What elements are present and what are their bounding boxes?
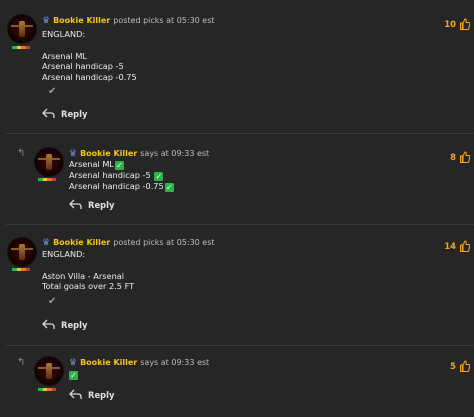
- thumbs-up-icon: [460, 240, 470, 252]
- post-line: Arsenal handicap -5: [42, 61, 124, 72]
- avatar[interactable]: [7, 14, 37, 44]
- check-emoji: ✓: [154, 172, 164, 181]
- reply-label: Reply: [88, 389, 115, 400]
- vote-button[interactable]: 8: [450, 151, 470, 163]
- post-action: posted picks at 05:30 est: [113, 238, 215, 247]
- post-body: ENGLAND: Aston Villa - Arsenal Total goa…: [42, 249, 134, 292]
- post-line: Total goals over 2.5 FT: [42, 281, 135, 292]
- post-action: posted picks at 05:30 est: [113, 16, 215, 25]
- avatar[interactable]: [34, 356, 64, 386]
- vote-count: 8: [450, 152, 456, 162]
- avatar[interactable]: [7, 237, 37, 267]
- post-line: Arsenal ML: [42, 50, 87, 61]
- post-body: Arsenal ML ✓ Arsenal handicap -5 ✓ Arsena…: [69, 159, 174, 192]
- post-meta: ♛ Bookie Killer posted picks at 05:30 est: [42, 16, 215, 26]
- post-4: ↰ ♛ Bookie Killer says at 09:33 est 5 ✓ Re…: [0, 346, 474, 417]
- vote-button[interactable]: 14: [444, 240, 470, 252]
- avatar[interactable]: [34, 147, 64, 177]
- username[interactable]: Bookie Killer: [80, 149, 137, 158]
- vote-count: 5: [450, 361, 456, 371]
- post-3: ♛ Bookie Killer posted picks at 05:30 est …: [0, 225, 474, 345]
- rank-bar: [38, 178, 56, 181]
- checkmark-icon: ✔: [48, 296, 57, 307]
- reply-button[interactable]: Reply: [42, 108, 87, 119]
- post-line: Arsenal handicap -0.75 ✓: [69, 181, 174, 192]
- thumbs-up-icon: [460, 151, 470, 163]
- post-1: ♛ Bookie Killer posted picks at 05:30 est …: [0, 0, 474, 133]
- vote-button[interactable]: 10: [444, 18, 470, 30]
- post-line: ENGLAND:: [42, 29, 86, 39]
- post-line: ENGLAND:: [42, 249, 86, 259]
- post-body: ✓: [69, 369, 78, 380]
- post-body: ENGLAND: Arsenal ML Arsenal handicap -5 …: [42, 29, 137, 83]
- rank-badge-icon: ♛: [42, 238, 51, 248]
- reply-button[interactable]: Reply: [42, 319, 87, 330]
- vote-count: 14: [444, 241, 456, 251]
- post-line: [42, 40, 137, 51]
- reply-arrow-icon: [42, 108, 55, 118]
- thumbs-up-icon: [460, 360, 470, 372]
- nested-reply-icon: ↰: [17, 148, 26, 159]
- post-2: ↰ ♛ Bookie Killer says at 09:33 est 8 Arse…: [0, 134, 474, 224]
- rank-badge-icon: ♛: [42, 16, 51, 26]
- username[interactable]: Bookie Killer: [53, 238, 110, 247]
- post-line: [42, 260, 134, 271]
- checkmark-icon: ✔: [48, 86, 57, 97]
- rank-bar: [12, 268, 30, 271]
- rank-bar: [38, 388, 56, 391]
- check-emoji: ✓: [164, 183, 174, 192]
- post-line: Aston Villa - Arsenal: [42, 270, 125, 281]
- post-action: says at 09:33 est: [140, 149, 210, 158]
- reply-arrow-icon: [42, 319, 55, 329]
- thumbs-up-icon: [460, 18, 470, 30]
- check-emoji: ✓: [69, 371, 78, 380]
- nested-reply-icon: ↰: [17, 357, 26, 368]
- reply-button[interactable]: Reply: [69, 389, 114, 400]
- post-line: Arsenal handicap -5 ✓: [69, 170, 164, 181]
- vote-button[interactable]: 5: [450, 360, 470, 372]
- vote-count: 10: [444, 19, 456, 29]
- reply-label: Reply: [88, 199, 115, 210]
- reply-arrow-icon: [69, 199, 82, 209]
- reply-arrow-icon: [69, 389, 82, 399]
- rank-bar: [12, 46, 30, 49]
- rank-badge-icon: ♛: [69, 358, 78, 368]
- post-meta: ♛ Bookie Killer says at 09:33 est: [69, 149, 209, 159]
- post-action: says at 09:33 est: [140, 358, 210, 367]
- reply-label: Reply: [61, 319, 88, 330]
- post-meta: ♛ Bookie Killer says at 09:33 est: [69, 358, 209, 368]
- reply-button[interactable]: Reply: [69, 199, 114, 210]
- post-meta: ♛ Bookie Killer posted picks at 05:30 est: [42, 238, 215, 248]
- post-line: Arsenal handicap -0.75: [42, 72, 137, 83]
- reply-label: Reply: [61, 108, 88, 119]
- username[interactable]: Bookie Killer: [80, 358, 137, 367]
- rank-badge-icon: ♛: [69, 149, 78, 159]
- post-line: Arsenal ML ✓: [69, 159, 124, 170]
- check-emoji: ✓: [114, 161, 124, 170]
- username[interactable]: Bookie Killer: [53, 16, 110, 25]
